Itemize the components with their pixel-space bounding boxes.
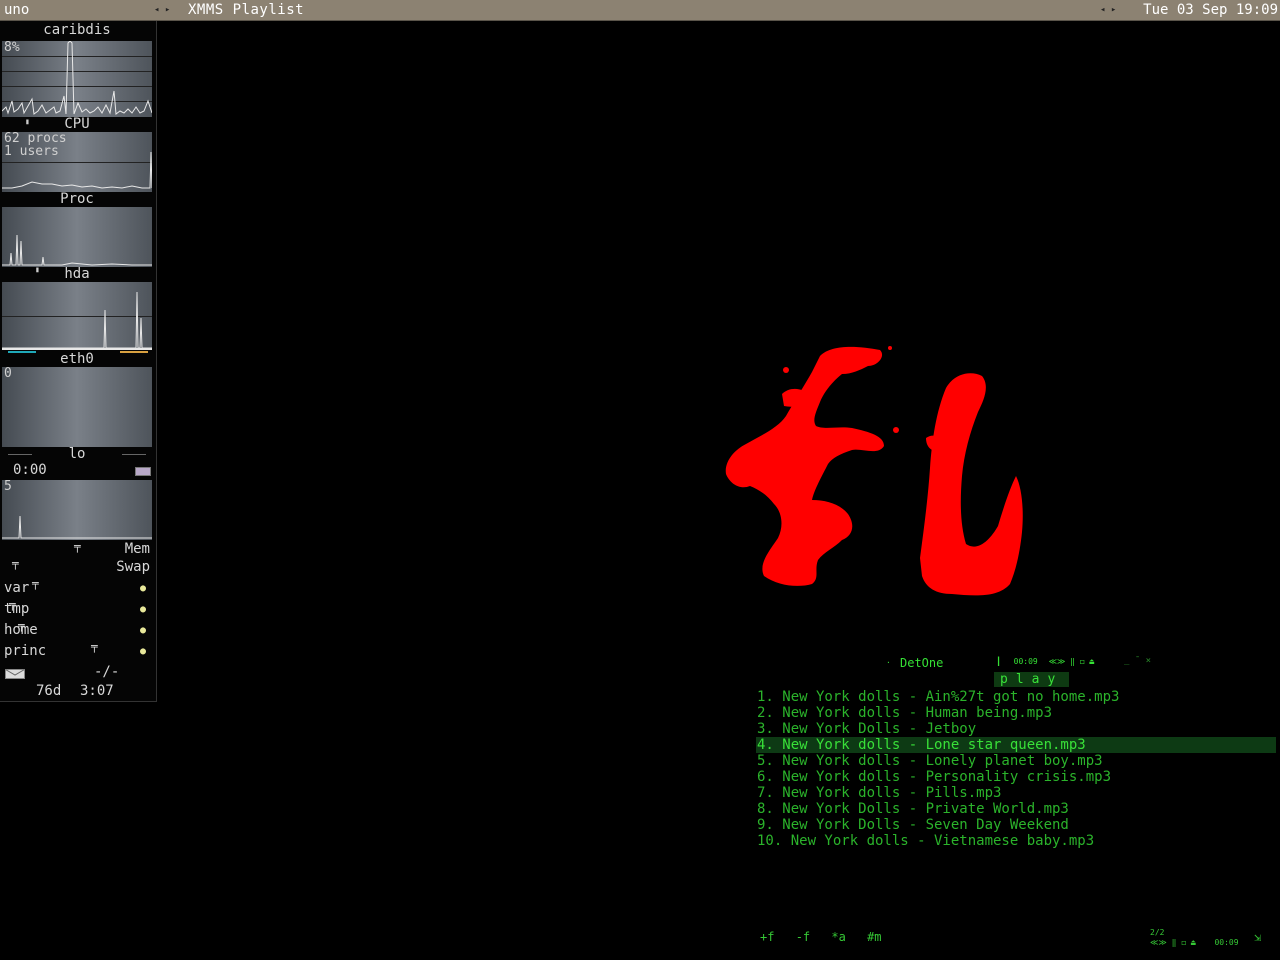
list-menu-icon[interactable]: ⇲ xyxy=(1254,930,1261,944)
eth0-label: eth0 xyxy=(60,351,94,367)
playlist-item[interactable]: 9. New York Dolls - Seven Day Weekend xyxy=(756,817,1276,833)
add-file-button[interactable]: +f xyxy=(760,930,774,944)
position-marker-icon: ▎ xyxy=(998,657,1003,666)
fs-var-marker: ╤ xyxy=(32,577,39,590)
top-bar: uno ◂ ▸ XMMS Playlist ◂ ▸ Tue 03 Sep 19:… xyxy=(0,0,1280,21)
disk-label: hda xyxy=(64,266,90,282)
select-all-button[interactable]: *a xyxy=(831,930,845,944)
cpu-chart[interactable]: 8% xyxy=(2,41,152,117)
red-calligraphy-logo xyxy=(725,346,1023,596)
playlist-item[interactable]: 10. New York dolls - Vietnamese baby.mp3 xyxy=(756,833,1276,849)
playlist-item[interactable]: 3. New York Dolls - Jetboy xyxy=(756,721,1276,737)
mem-label: Mem xyxy=(124,541,150,557)
eth0-top-graph xyxy=(2,291,152,350)
mail-icon[interactable] xyxy=(5,667,25,679)
fs-var-led-icon: ● xyxy=(140,583,147,594)
playlist-item[interactable]: 8. New York Dolls - Private World.mp3 xyxy=(756,801,1276,817)
gkrellm-panel: caribdis 8% ▮ CPU 62 procs 1 users Proc … xyxy=(0,21,157,702)
playlist-footer-buttons: +f -f *a #m xyxy=(760,930,896,944)
clock: Tue 03 Sep 19:09 xyxy=(1143,2,1278,18)
lo-label: lo xyxy=(68,446,86,462)
lo-timer: 0:00 xyxy=(13,462,47,478)
playlist-item[interactable]: 5. New York dolls - Lonely planet boy.mp… xyxy=(756,753,1276,769)
fs-home-led-icon: ● xyxy=(140,625,147,636)
playlist-item[interactable]: 6. New York dolls - Personality crisis.m… xyxy=(756,769,1276,785)
hostname: caribdis xyxy=(43,22,111,38)
footer-transport-icon[interactable]: ≪≫ ‖ ◻ ⏏ xyxy=(1150,938,1196,947)
remove-file-button[interactable]: -f xyxy=(796,930,810,944)
disk-graph xyxy=(2,234,152,266)
cpu-label: CPU xyxy=(64,116,90,132)
lo-graph xyxy=(2,515,152,539)
mail-count: -/- xyxy=(94,664,120,680)
mem-level-marker: ╤ xyxy=(74,540,81,553)
fs-princ-marker: ╤ xyxy=(91,640,98,653)
playlist-skin-name: DetOne xyxy=(900,656,944,670)
eth0-value: 0 xyxy=(4,366,12,381)
misc-button[interactable]: #m xyxy=(867,930,881,944)
proc-graph xyxy=(2,151,152,189)
eth0-chart[interactable]: 0 xyxy=(2,367,152,447)
fs-tmp-led-icon: ● xyxy=(140,604,147,615)
playlist-item[interactable]: 1. New York dolls - Ain%27t got no home.… xyxy=(756,689,1276,705)
fs-princ[interactable]: princ xyxy=(4,643,46,659)
playlist-header-time: 00:09 xyxy=(1013,657,1038,666)
arrow-left-right-icon[interactable]: ◂ ▸ xyxy=(154,0,170,20)
cpu-graph xyxy=(2,41,152,115)
eth0-top-chart[interactable] xyxy=(2,282,152,350)
workspace-name[interactable]: uno xyxy=(4,0,29,20)
window-title[interactable]: XMMS Playlist xyxy=(188,0,304,20)
playlist-list: 1. New York dolls - Ain%27t got no home.… xyxy=(756,689,1276,849)
playlist-item[interactable]: 2. New York dolls - Human being.mp3 xyxy=(756,705,1276,721)
swap-label: Swap xyxy=(116,559,150,575)
arrow-left-right-icon[interactable]: ◂ ▸ xyxy=(1100,0,1116,20)
playlist-item[interactable]: 7. New York dolls - Pills.mp3 xyxy=(756,785,1276,801)
lo-toggle-icon[interactable] xyxy=(135,467,151,476)
playlist-item-active[interactable]: 4. New York dolls - Lone star queen.mp3 xyxy=(756,737,1276,753)
uptime-days: 76d xyxy=(36,683,62,699)
playlist-track-count: 2/2 xyxy=(1150,928,1165,937)
swap-level-marker: ╤ xyxy=(12,557,19,570)
fs-tmp-marker: ╤ xyxy=(9,598,16,611)
bullet-icon: · xyxy=(886,658,891,667)
prev-next-pause-stop-icon[interactable]: ≪≫ ‖ ◻ ⏏ xyxy=(1049,657,1095,666)
fs-princ-led-icon: ● xyxy=(140,646,147,657)
proc-label: Proc xyxy=(60,191,94,207)
fs-home-marker: ╤ xyxy=(18,619,25,632)
playlist-footer-time: 00:09 xyxy=(1214,938,1239,947)
playlist-mini-controls[interactable]: ▎ 00:09 ≪≫ ‖ ◻ ⏏ xyxy=(998,657,1094,666)
proc-chart[interactable]: 62 procs 1 users xyxy=(2,132,152,192)
fs-tmp[interactable]: tmp xyxy=(4,601,29,617)
fs-var[interactable]: var xyxy=(4,580,29,596)
uptime-time: 3:07 xyxy=(80,683,114,699)
playlist-footer-status: 2/2 ≪≫ ‖ ◻ ⏏ 00:09 xyxy=(1150,928,1239,948)
play-status-label: play xyxy=(994,672,1070,687)
disk-chart[interactable] xyxy=(2,207,152,267)
lo-chart[interactable]: 5 xyxy=(2,480,152,540)
window-buttons-icon[interactable]: _ ¯ × xyxy=(1124,656,1151,666)
